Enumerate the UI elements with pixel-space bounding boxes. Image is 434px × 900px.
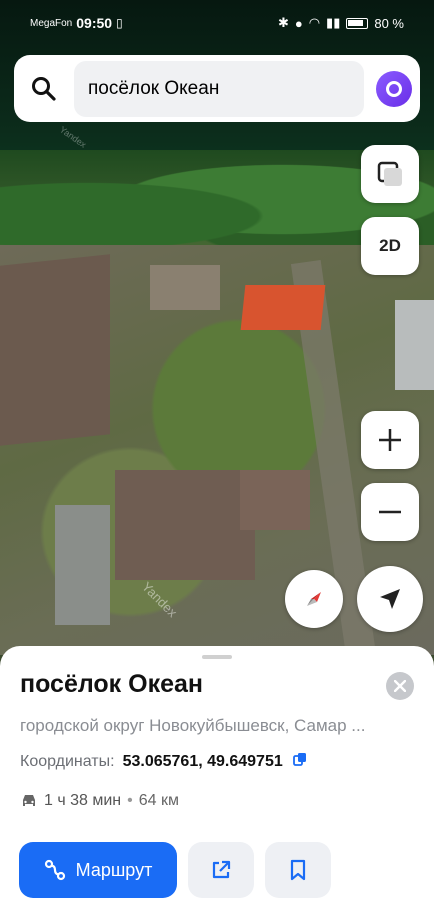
signal-icon: ▮▮ [326,15,341,30]
close-icon [394,680,406,692]
coordinates-row: Координаты: 53.065761, 49.649751 [20,752,307,771]
copy-icon[interactable] [292,752,307,771]
route-summary: 1 ч 38 мин • 64 км [20,792,179,810]
map-building [395,300,434,390]
search-input[interactable]: посёлок Океан [74,60,364,117]
zoom-in-button[interactable] [361,411,419,469]
alice-assistant-icon[interactable] [376,70,412,107]
route-separator: • [127,792,133,809]
close-button[interactable] [386,672,414,700]
share-button[interactable] [188,842,254,898]
layers-button[interactable] [361,145,419,203]
route-icon [44,859,65,881]
car-icon [23,795,35,806]
carrier-name: MegaFon [30,17,73,29]
route-distance: 64 км [138,792,179,809]
search-bar[interactable]: посёлок Океан [14,55,420,122]
compass-icon [307,592,321,606]
battery-percent: 80 % [374,15,404,31]
map-building [240,470,310,530]
battery-icon [346,17,369,29]
plus-icon [379,429,401,451]
bookmark-button[interactable] [265,842,331,898]
bluetooth-icon: ✱ [277,15,289,30]
layers-icon [377,161,402,186]
wifi-icon: ◠ [308,15,321,30]
coordinates-label: Координаты: [20,752,115,770]
share-icon [212,860,231,879]
place-title: посёлок Океан [20,670,203,698]
map-building [55,505,110,625]
status-bar: MegaFon 09:50 ▯ ✱ ● ◠ ▮▮ 80 % [0,0,434,46]
minus-icon [379,510,401,514]
zoom-out-button[interactable] [361,483,419,541]
bookmark-icon [290,859,306,881]
route-button[interactable]: Маршрут [19,842,177,898]
coordinates-value[interactable]: 53.065761, 49.649751 [123,753,283,771]
map-building [115,470,255,580]
map-building-red-roof [240,285,326,330]
map-plot [0,254,110,446]
place-card: посёлок Океан городской округ Новокуйбыш… [0,646,434,900]
map-building [150,265,220,310]
location-icon: ● [294,15,303,31]
view-mode-2d-button[interactable]: 2D [361,217,419,275]
status-time: 09:50 [76,15,113,31]
place-address: городской округ Новокуйбышевск, Самар ..… [20,716,366,735]
route-time: 1 ч 38 мин [44,792,122,809]
nfc-icon: ▯ [116,16,123,30]
search-icon[interactable] [28,73,60,105]
route-button-label: Маршрут [75,859,153,880]
my-location-button[interactable] [357,566,423,632]
navigation-arrow-icon [380,589,400,609]
compass-button[interactable] [285,570,343,628]
sheet-drag-handle[interactable] [202,655,232,659]
